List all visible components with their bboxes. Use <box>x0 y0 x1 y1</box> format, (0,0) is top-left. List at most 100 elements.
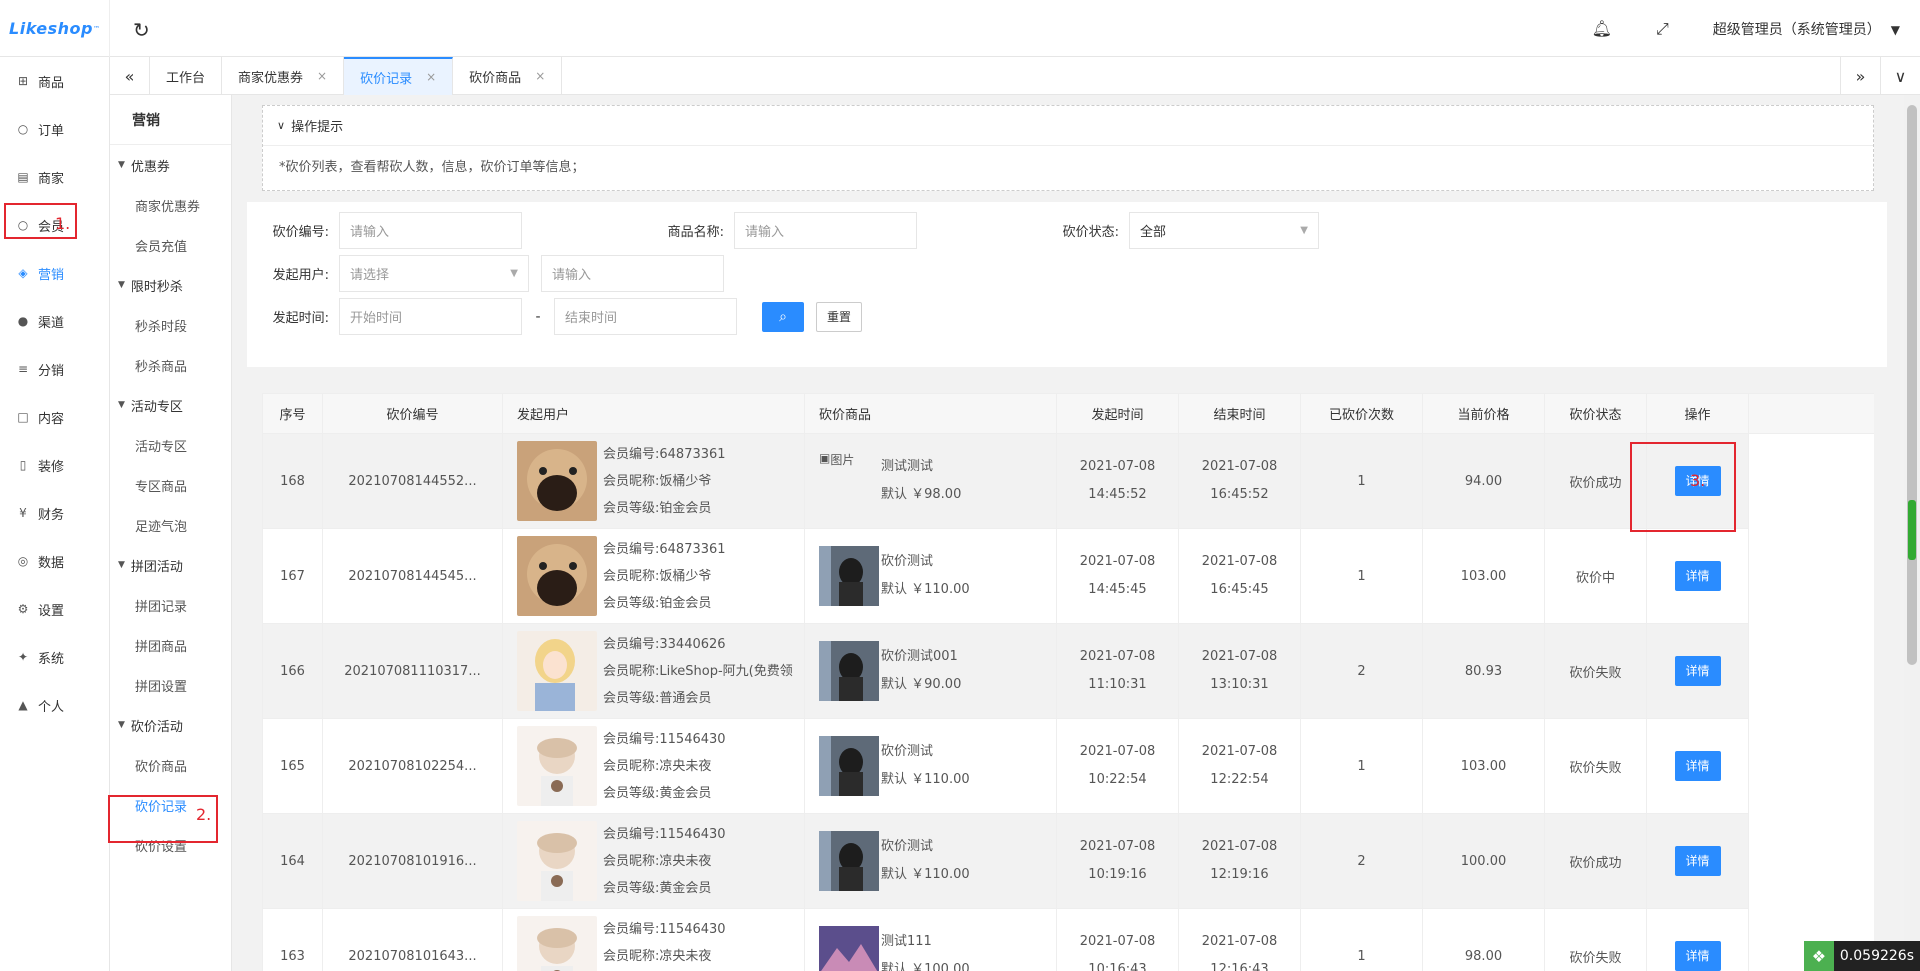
current-price: 103.00 <box>1422 528 1545 624</box>
scrollbar-thumb[interactable] <box>1907 105 1917 665</box>
end-time: 13:10:31 <box>1210 677 1269 692</box>
bargain-status: 砍价失败 <box>1544 908 1647 971</box>
sub-nav-item-3-1[interactable]: 拼团商品 <box>110 625 231 665</box>
nav-item-1[interactable]: ○ 订单 <box>0 105 109 153</box>
close-icon[interactable]: × <box>426 70 436 84</box>
end-time: 12:22:54 <box>1210 772 1269 787</box>
sub-nav-item-3-2[interactable]: 拼团设置 <box>110 665 231 705</box>
detail-button[interactable]: 详情 <box>1674 561 1721 591</box>
detail-button[interactable]: 详情 <box>1674 846 1721 876</box>
end-date: 2021-07-08 <box>1201 839 1278 854</box>
current-price: 103.00 <box>1422 718 1545 814</box>
start-time: 10:16:43 <box>1088 962 1147 971</box>
sub-nav-item-2-2[interactable]: 足迹气泡 <box>110 505 231 545</box>
nav-item-4[interactable]: ◈ 营销 <box>0 249 109 297</box>
sub-nav-item-3-0[interactable]: 拼团记录 <box>110 585 231 625</box>
bargain-no: 20210708101916... <box>322 813 503 909</box>
end-time-input[interactable]: 结束时间 <box>554 298 737 335</box>
status-select[interactable]: 全部 ▼ <box>1129 212 1319 249</box>
member-no: 会员编号:33440626 <box>603 636 726 652</box>
user-menu[interactable]: 超级管理员（系统管理员） ▼ <box>1713 19 1900 39</box>
nav-item-13[interactable]: ▲ 个人 <box>0 681 109 729</box>
goods-name: 砍价测试001 <box>881 649 958 664</box>
tab-bar: « 工作台 商家优惠券 × 砍价记录 × 砍价商品 × » ∨ <box>110 57 1920 95</box>
start-date: 2021-07-08 <box>1079 744 1156 759</box>
detail-button[interactable]: 详情 <box>1674 941 1721 971</box>
fullscreen-icon[interactable]: ⤢ <box>1656 19 1669 39</box>
sub-nav-item-2-0[interactable]: 活动专区 <box>110 425 231 465</box>
logo[interactable]: Likeshop ™ <box>0 0 110 57</box>
nav-item-5[interactable]: ● 渠道 <box>0 297 109 345</box>
nav-item-6[interactable]: ≡ 分销 <box>0 345 109 393</box>
bell-icon[interactable]: 🔔︎ <box>1592 19 1612 38</box>
row-id: 165 <box>262 718 323 814</box>
sub-nav-group-1[interactable]: ▼ 限时秒杀 <box>110 265 231 305</box>
start-time-input[interactable]: 开始时间 <box>339 298 522 335</box>
annotation-1: 1. <box>55 214 71 233</box>
nav-item-7[interactable]: □ 内容 <box>0 393 109 441</box>
tab-3[interactable]: 砍价商品 × <box>453 57 563 95</box>
triangle-down-icon: ▼ <box>118 560 125 570</box>
member-no: 会员编号:11546430 <box>603 826 726 842</box>
nav-item-2[interactable]: ▤ 商家 <box>0 153 109 201</box>
nav-item-0[interactable]: ⊞ 商品 <box>0 57 109 105</box>
goods-name: 砍价测试 <box>881 839 934 854</box>
sub-nav-item-1-0[interactable]: 秒杀时段 <box>110 305 231 345</box>
member-level: 会员等级:黄金会员 <box>603 785 712 801</box>
sub-nav-item-0-0[interactable]: 商家优惠券 <box>110 185 231 225</box>
search-button[interactable]: ⌕ <box>762 301 804 332</box>
nav-item-12[interactable]: ✦ 系统 <box>0 633 109 681</box>
nav-item-11[interactable]: ⚙ 设置 <box>0 585 109 633</box>
close-icon[interactable]: × <box>317 69 327 83</box>
avatar <box>517 916 597 971</box>
start-date: 2021-07-08 <box>1079 934 1156 949</box>
sub-nav-item-0-1[interactable]: 会员充值 <box>110 225 231 265</box>
row-id: 164 <box>262 813 323 909</box>
bargain-count: 1 <box>1300 528 1423 624</box>
avatar <box>517 441 597 521</box>
triangle-down-icon: ▼ <box>118 720 125 730</box>
column-header-4: 发起时间 <box>1056 393 1179 434</box>
end-time: 12:16:43 <box>1210 962 1269 971</box>
tabs-scroll-left-icon[interactable]: « <box>110 57 150 95</box>
nav-item-10[interactable]: ◎ 数据 <box>0 537 109 585</box>
column-header-spacer <box>1748 393 1874 434</box>
bargain-no-input[interactable]: 请输入 <box>339 212 522 249</box>
tab-2[interactable]: 砍价记录 × <box>344 57 454 95</box>
tab-1[interactable]: 商家优惠券 × <box>222 57 345 95</box>
table-row: 166 20210708111031​7... 会员编号:33440626 会员昵称:… <box>262 623 1874 719</box>
tips-toggle[interactable]: ∨ 操作提示 <box>263 106 1873 146</box>
tabs-scroll-right-icon[interactable]: » <box>1840 57 1880 95</box>
reset-button[interactable]: 重置 <box>816 301 862 332</box>
sub-nav-group-3[interactable]: ▼ 拼团活动 <box>110 545 231 585</box>
goods-spec: 默认 ￥110.00 <box>881 867 970 882</box>
tab-0[interactable]: 工作台 <box>150 57 223 95</box>
nav-item-8[interactable]: ▯ 装修 <box>0 441 109 489</box>
table-row: 163 20210708101643... 会员编号:11546430 会员昵称:凉央… <box>262 908 1874 971</box>
user-input[interactable]: 请输入 <box>541 255 724 292</box>
refresh-icon[interactable]: ↻ <box>133 18 150 42</box>
goods-spec: 默认 ￥90.00 <box>881 677 962 692</box>
sub-nav-group-2[interactable]: ▼ 活动专区 <box>110 385 231 425</box>
cart-icon: ⊞ <box>17 74 29 88</box>
sub-nav-item-4-0[interactable]: 砍价商品 <box>110 745 231 785</box>
sub-nav-item-1-1[interactable]: 秒杀商品 <box>110 345 231 385</box>
sub-nav-group-0[interactable]: ▼ 优惠券 <box>110 145 231 185</box>
goods-name-label: 商品名称: <box>667 225 724 240</box>
tabs-menu-icon[interactable]: ∨ <box>1880 57 1920 95</box>
member-no: 会员编号:64873361 <box>603 446 726 462</box>
goods-name-input[interactable]: 请输入 <box>734 212 917 249</box>
close-icon[interactable]: × <box>535 69 545 83</box>
table-row: 165 20210708102254... 会员编号:11546430 会员昵称:凉央… <box>262 718 1874 814</box>
detail-button[interactable]: 详情 <box>1674 656 1721 686</box>
bargain-status: 砍价成功 <box>1544 813 1647 909</box>
member-nickname: 会员昵称:凉央未夜 <box>603 758 712 774</box>
caret-down-icon: ▼ <box>1890 22 1900 37</box>
content-area: ∨ 操作提示 *砍价列表，查看帮砍人数，信息，砍价订单等信息； 砍价编号: 请输入… <box>232 95 1904 971</box>
nav-item-9[interactable]: ¥ 财务 <box>0 489 109 537</box>
user-type-select[interactable]: 请选择 ▼ <box>339 255 529 292</box>
detail-button[interactable]: 详情 <box>1674 751 1721 781</box>
sub-nav-group-4[interactable]: ▼ 砍价活动 <box>110 705 231 745</box>
sub-nav-item-2-1[interactable]: 专区商品 <box>110 465 231 505</box>
current-price: 100.00 <box>1422 813 1545 909</box>
